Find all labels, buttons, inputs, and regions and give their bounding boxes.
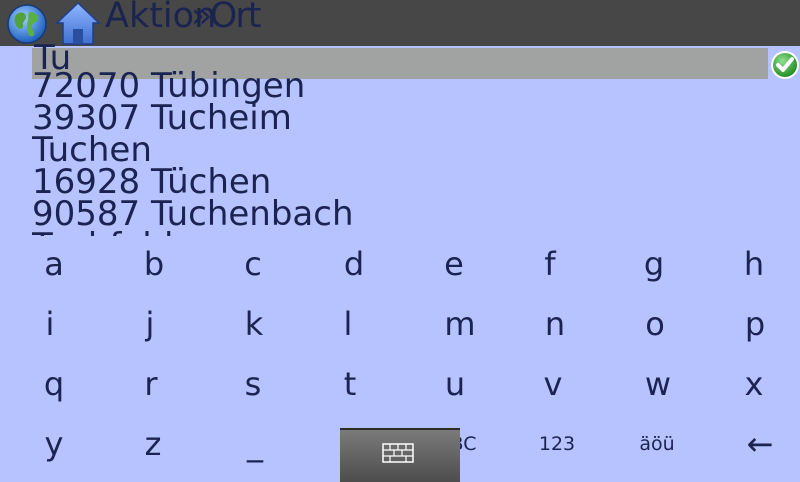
keyboard-toggle-button[interactable] [340,428,460,482]
key-e[interactable]: e [404,238,504,298]
key-r[interactable]: r [101,358,201,418]
top-bar: Aktion »Ort [0,0,800,46]
key-x[interactable]: x [704,358,800,418]
page-title: Aktion »Ort [105,0,261,38]
confirm-check-icon[interactable] [770,50,800,80]
key-w[interactable]: w [608,358,708,418]
key-p[interactable]: p [705,298,800,358]
key-m[interactable]: m [410,298,510,358]
key-z[interactable]: z [103,418,203,478]
key-backspace[interactable]: ← [710,418,800,478]
key-underscore[interactable]: _ [205,418,305,478]
key-123[interactable]: 123 [507,418,607,478]
list-item[interactable]: 16928 Tüchen [32,164,768,200]
key-n[interactable]: n [505,298,605,358]
key-i[interactable]: i [0,298,100,358]
key-b[interactable]: b [104,238,204,298]
key-k[interactable]: k [204,298,304,358]
key-y[interactable]: y [4,418,104,478]
key-umlauts[interactable]: äöü [607,418,707,478]
key-f[interactable]: f [500,238,600,298]
title-overlay-text: »Ort [191,0,261,36]
key-a[interactable]: a [4,238,104,298]
key-s[interactable]: s [203,358,303,418]
key-j[interactable]: j [100,298,200,358]
list-item[interactable]: 90587 Tuchenbach [32,196,768,232]
key-l[interactable]: l [298,298,398,358]
list-item[interactable]: Tuchen [32,132,768,168]
key-h[interactable]: h [704,238,800,298]
list-item[interactable]: 72070 Tübingen [32,68,768,104]
list-item[interactable]: 39307 Tucheim [32,100,768,136]
list-item[interactable]: Tuchfeld [32,228,768,236]
key-c[interactable]: c [203,238,303,298]
keyboard-icon [382,443,414,463]
key-o[interactable]: o [605,298,705,358]
key-d[interactable]: d [304,238,404,298]
key-t[interactable]: t [300,358,400,418]
results-list: 72070 Tübingen 39307 Tucheim Tuchen 1692… [32,68,768,236]
key-u[interactable]: u [405,358,505,418]
key-q[interactable]: q [4,358,104,418]
key-g[interactable]: g [604,238,704,298]
key-v[interactable]: v [503,358,603,418]
